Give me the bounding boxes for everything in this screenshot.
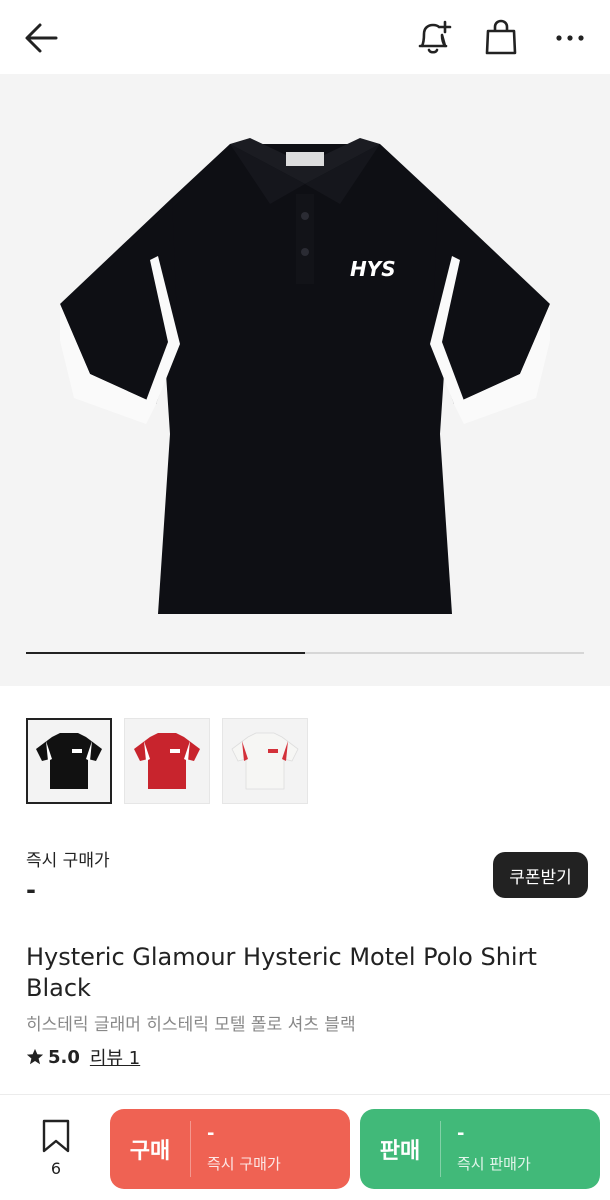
buy-divider [190, 1121, 191, 1177]
thumbnail-list [26, 718, 308, 806]
rating-row: 5.0 리뷰 1 [26, 1044, 140, 1070]
more-horizontal-icon[interactable] [550, 20, 590, 56]
bottom-action-bar: 6 구매 - 즉시 구매가 판매 - 즉시 판매가 [0, 1094, 610, 1200]
buy-button[interactable]: 구매 - 즉시 구매가 [110, 1109, 350, 1189]
sell-label: 판매 [379, 1139, 421, 1164]
bell-plus-icon[interactable] [412, 18, 454, 58]
buy-sub-label: 즉시 구매가 [207, 1155, 281, 1173]
buy-label: 구매 [129, 1139, 171, 1164]
arrow-left-icon[interactable] [22, 20, 62, 56]
rating-score: 5.0 [48, 1046, 80, 1068]
carousel-progress-fill [26, 652, 305, 654]
sell-sub-label: 즉시 판매가 [457, 1155, 531, 1173]
thumbnail-white[interactable] [222, 718, 308, 804]
thumbnail-black[interactable] [26, 718, 112, 804]
product-title: Hysteric Glamour Hysteric Motel Polo Shi… [26, 943, 537, 1002]
shopping-bag-icon[interactable] [482, 18, 520, 58]
logo-text: HYS [350, 257, 396, 281]
instant-buy-price-label: 즉시 구매가 [26, 851, 110, 871]
bookmark-icon [42, 1119, 70, 1153]
review-link[interactable]: 리뷰 1 [90, 1044, 140, 1070]
product-subtitle: 히스테릭 글래머 히스테릭 모텔 폴로 셔츠 블랙 [26, 1015, 356, 1035]
sell-button[interactable]: 판매 - 즉시 판매가 [360, 1109, 600, 1189]
bookmark-count: 6 [50, 1159, 62, 1178]
sell-price: - [457, 1123, 465, 1144]
buy-price: - [207, 1123, 215, 1144]
carousel-progress [26, 652, 584, 654]
coupon-button[interactable]: 쿠폰받기 [493, 852, 588, 898]
thumbnail-red[interactable] [124, 718, 210, 804]
sell-divider [440, 1121, 441, 1177]
instant-buy-price-value: - [26, 876, 36, 904]
product-image-carousel[interactable]: HYS [0, 74, 610, 686]
top-bar [0, 0, 610, 74]
star-icon [26, 1048, 44, 1065]
bookmark-button[interactable]: 6 [30, 1119, 82, 1178]
product-image: HYS [60, 138, 550, 614]
